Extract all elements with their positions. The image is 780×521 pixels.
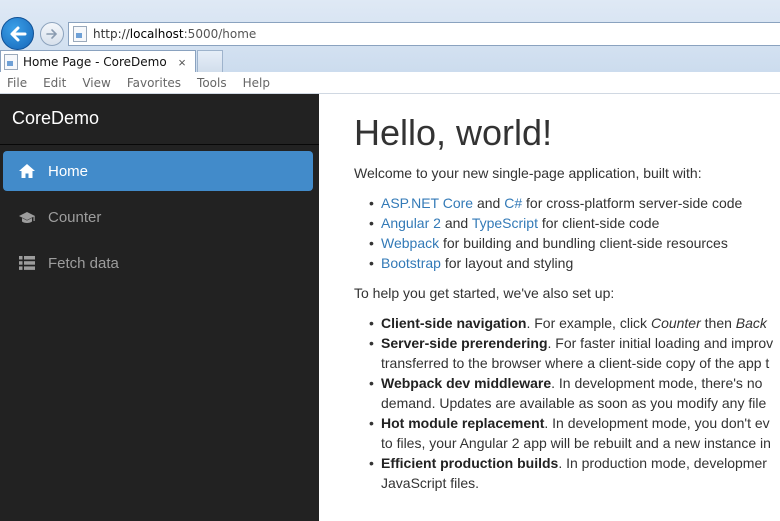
back-button[interactable] [1, 17, 34, 50]
tab-page-icon [4, 54, 18, 70]
list-item: Client-side navigation. For example, cli… [369, 313, 773, 333]
list-item: Webpack dev middleware. In development m… [369, 373, 773, 413]
list-item: Angular 2 and TypeScript for client-side… [369, 213, 742, 233]
tab-close-icon[interactable]: × [175, 55, 189, 70]
tab-strip: Home Page - CoreDemo × [0, 48, 780, 73]
main-content: Hello, world! Welcome to your new single… [319, 94, 780, 521]
intro-text: Welcome to your new single-page applicat… [354, 165, 702, 181]
sidebar-item-counter[interactable]: Counter [3, 197, 313, 237]
list-item: Bootstrap for layout and styling [369, 253, 742, 273]
sidebar-item-label: Counter [48, 208, 102, 226]
tab-title: Home Page - CoreDemo [23, 55, 167, 69]
sidebar-item-label: Fetch data [48, 254, 119, 272]
sidebar-item-home[interactable]: Home [3, 151, 313, 191]
sidebar: CoreDemo Home Counter Fetch data [0, 94, 319, 521]
list-item: Efficient production builds. In producti… [369, 453, 773, 493]
angular-link[interactable]: Angular 2 [381, 215, 441, 231]
features-list: Client-side navigation. For example, cli… [369, 313, 773, 493]
list-item: ASP.NET Core and C# for cross-platform s… [369, 193, 742, 213]
sidebar-divider [0, 144, 319, 145]
list-item: Hot module replacement. In development m… [369, 413, 773, 453]
list-icon [18, 254, 36, 272]
forward-arrow-icon [46, 29, 58, 39]
browser-toolbar: http://localhost:5000/home Home Page - C… [0, 0, 780, 73]
brand-link[interactable]: CoreDemo [12, 108, 99, 129]
menu-edit[interactable]: Edit [43, 76, 66, 90]
help-intro-text: To help you get started, we've also set … [354, 285, 615, 301]
menu-help[interactable]: Help [243, 76, 270, 90]
csharp-link[interactable]: C# [504, 195, 522, 211]
menu-tools[interactable]: Tools [197, 76, 227, 90]
menu-bar: File Edit View Favorites Tools Help [0, 72, 780, 94]
list-item: Webpack for building and bundling client… [369, 233, 742, 253]
new-tab-button[interactable] [197, 50, 223, 72]
sidebar-item-fetch-data[interactable]: Fetch data [3, 243, 313, 283]
forward-button[interactable] [40, 22, 64, 46]
menu-favorites[interactable]: Favorites [127, 76, 181, 90]
back-arrow-icon [10, 26, 26, 41]
list-item: Server-side prerendering. For faster ini… [369, 333, 773, 373]
page-icon [73, 26, 87, 42]
page-title: Hello, world! [354, 112, 553, 153]
sidebar-item-label: Home [48, 162, 89, 180]
aspnet-core-link[interactable]: ASP.NET Core [381, 195, 473, 211]
menu-view[interactable]: View [82, 76, 110, 90]
graduation-cap-icon [18, 208, 36, 226]
address-bar[interactable]: http://localhost:5000/home [68, 22, 780, 46]
menu-file[interactable]: File [7, 76, 27, 90]
tab-home-page[interactable]: Home Page - CoreDemo × [0, 50, 196, 73]
home-icon [18, 162, 36, 180]
bootstrap-link[interactable]: Bootstrap [381, 255, 441, 271]
address-url[interactable]: http://localhost:5000/home [93, 27, 256, 41]
typescript-link[interactable]: TypeScript [472, 215, 538, 231]
webpack-link[interactable]: Webpack [381, 235, 439, 251]
built-with-list: ASP.NET Core and C# for cross-platform s… [369, 193, 742, 273]
